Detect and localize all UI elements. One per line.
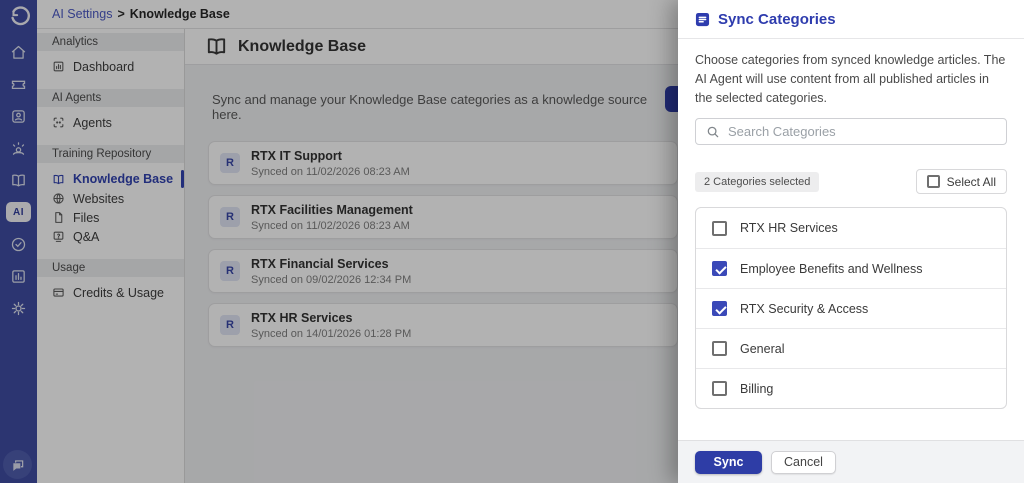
app-screen: AI AI Settings > Knowledge Base Analytic…: [0, 0, 1024, 483]
categories-list-icon: [695, 12, 710, 26]
select-all-label: Select All: [946, 174, 996, 189]
cancel-button[interactable]: Cancel: [771, 450, 836, 474]
sync-button[interactable]: Sync: [695, 450, 762, 474]
select-all-checkbox[interactable]: [926, 175, 940, 189]
category-checkbox[interactable]: [712, 301, 727, 317]
search-icon: [707, 126, 719, 138]
search-categories-input[interactable]: [728, 124, 1006, 140]
category-label: Billing: [740, 381, 774, 396]
category-checkbox[interactable]: [712, 341, 727, 357]
modal-description: Choose categories from synced knowledge …: [695, 53, 1006, 105]
category-list: RTX HR Services Employee Benefits and We…: [695, 207, 1007, 410]
modal-footer: Sync Cancel: [678, 440, 1024, 483]
sync-categories-modal: Sync Categories Choose categories from s…: [678, 0, 1024, 483]
category-label: General: [740, 341, 785, 356]
selected-count-badge: 2 Categories selected: [695, 171, 820, 192]
modal-overlay-scrim[interactable]: [0, 0, 678, 483]
category-row-rtx-hr-services[interactable]: RTX HR Services: [696, 208, 1006, 248]
select-all-button[interactable]: Select All: [915, 169, 1007, 195]
modal-title: Sync Categories: [718, 10, 836, 28]
category-checkbox[interactable]: [712, 261, 727, 277]
category-label: RTX HR Services: [740, 221, 838, 236]
category-row-rtx-security-access[interactable]: RTX Security & Access: [696, 288, 1006, 328]
category-label: Employee Benefits and Wellness: [740, 261, 923, 276]
category-checkbox[interactable]: [712, 381, 727, 397]
category-row-billing[interactable]: Billing: [696, 368, 1006, 408]
category-label: RTX Security & Access: [740, 301, 869, 316]
category-row-general[interactable]: General: [696, 328, 1006, 368]
modal-titlebar: Sync Categories: [678, 0, 1024, 39]
category-row-employee-benefits[interactable]: Employee Benefits and Wellness: [696, 248, 1006, 288]
category-checkbox[interactable]: [712, 220, 727, 236]
search-categories-box: [695, 118, 1007, 146]
